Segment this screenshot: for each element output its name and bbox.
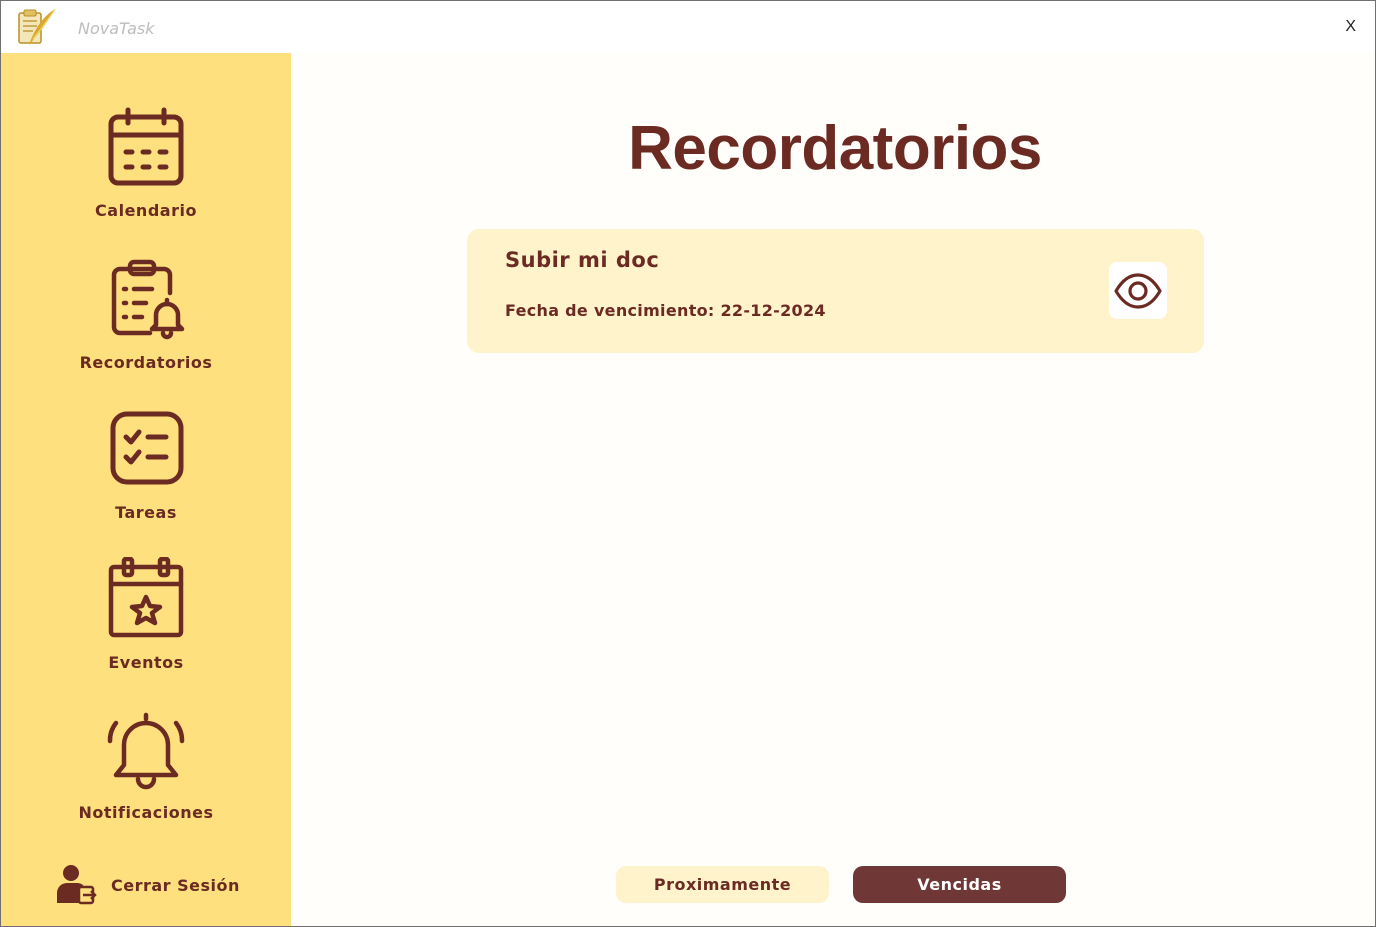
- reminder-due-date: Fecha de vencimiento: 22-12-2024: [505, 301, 826, 320]
- tab-proximamente[interactable]: Proximamente: [616, 866, 829, 903]
- logout-label: Cerrar Sesión: [111, 876, 240, 895]
- sidebar-item-label: Tareas: [115, 503, 177, 522]
- sidebar: Calendario Recordatorios Tareas Eventos …: [1, 53, 291, 926]
- reminder-title: Subir mi doc: [505, 248, 660, 272]
- sidebar-item-label: Notificaciones: [78, 803, 214, 822]
- close-button[interactable]: X: [1345, 18, 1356, 36]
- app-window: NovaTask X Calendario Recordatorios Tare…: [0, 0, 1376, 927]
- calendar-icon: [108, 107, 184, 186]
- checklist-icon: [110, 411, 184, 485]
- calendar-star-icon: [108, 557, 184, 638]
- sidebar-item-eventos[interactable]: Eventos: [1, 557, 291, 697]
- main-content: Recordatorios Subir mi doc Fecha de venc…: [291, 53, 1375, 926]
- sidebar-item-label: Eventos: [108, 653, 184, 672]
- clipboard-bell-icon: [111, 259, 185, 340]
- sidebar-item-tareas[interactable]: Tareas: [1, 407, 291, 547]
- title-bar: NovaTask X: [1, 1, 1375, 53]
- reminder-card: Subir mi doc Fecha de vencimiento: 22-12…: [467, 229, 1204, 353]
- app-logo-icon: [18, 8, 56, 45]
- sidebar-item-calendario[interactable]: Calendario: [1, 105, 291, 245]
- sidebar-item-label: Recordatorios: [79, 353, 213, 372]
- bell-icon: [107, 712, 185, 790]
- view-reminder-button[interactable]: [1109, 262, 1167, 319]
- tab-vencidas[interactable]: Vencidas: [853, 866, 1066, 903]
- user-logout-icon: [57, 865, 97, 905]
- page-title: Recordatorios: [628, 114, 1042, 183]
- sidebar-item-label: Calendario: [95, 201, 197, 220]
- sidebar-item-recordatorios[interactable]: Recordatorios: [1, 257, 291, 397]
- app-title: NovaTask: [78, 19, 155, 38]
- sidebar-item-notificaciones[interactable]: Notificaciones: [1, 707, 291, 847]
- logout-button[interactable]: Cerrar Sesión: [53, 861, 253, 909]
- eye-icon: [1114, 273, 1162, 309]
